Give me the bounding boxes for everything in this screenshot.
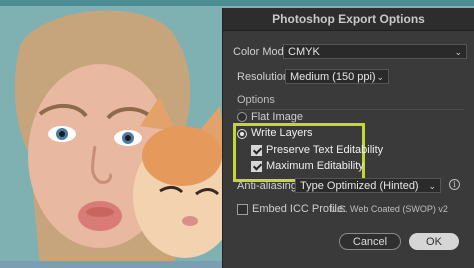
icc-profile-name: U.S. Web Coated (SWOP) v2 [330,204,448,214]
chevron-down-icon: ⌄ [454,47,462,57]
resolution-value: Medium (150 ppi) [290,71,376,83]
resolution-select[interactable]: Medium (150 ppi) ⌄ [285,69,389,84]
chevron-down-icon: ⌄ [428,181,436,191]
embed-icc-checkbox[interactable] [237,204,248,215]
info-icon[interactable]: i [449,179,460,190]
options-divider [237,109,464,110]
export-options-dialog: Photoshop Export Options Color Model: CM… [222,8,474,268]
anti-aliasing-value: Type Optimized (Hinted) [300,180,419,192]
anti-aliasing-label: Anti-aliasing: [237,180,300,192]
cancel-button[interactable]: Cancel [339,233,401,250]
write-layers-label: Write Layers [251,127,313,139]
options-heading: Options [237,94,275,106]
color-model-value: CMYK [288,46,320,58]
background-photo [0,6,230,268]
flat-image-radio[interactable] [237,112,247,122]
preserve-text-checkbox[interactable] [251,145,262,156]
dialog-title: Photoshop Export Options [223,8,474,31]
ok-button[interactable]: OK [409,233,459,250]
max-editability-checkbox[interactable] [251,161,262,172]
preserve-text-label: Preserve Text Editability [266,144,384,156]
anti-aliasing-select[interactable]: Type Optimized (Hinted) ⌄ [295,178,441,193]
flat-image-label: Flat Image [251,111,303,123]
resolution-label: Resolution: [237,71,293,83]
write-layers-radio[interactable] [237,129,247,139]
color-model-select[interactable]: CMYK ⌄ [283,44,467,59]
max-editability-label: Maximum Editability [266,160,364,172]
chevron-down-icon: ⌄ [376,72,384,82]
